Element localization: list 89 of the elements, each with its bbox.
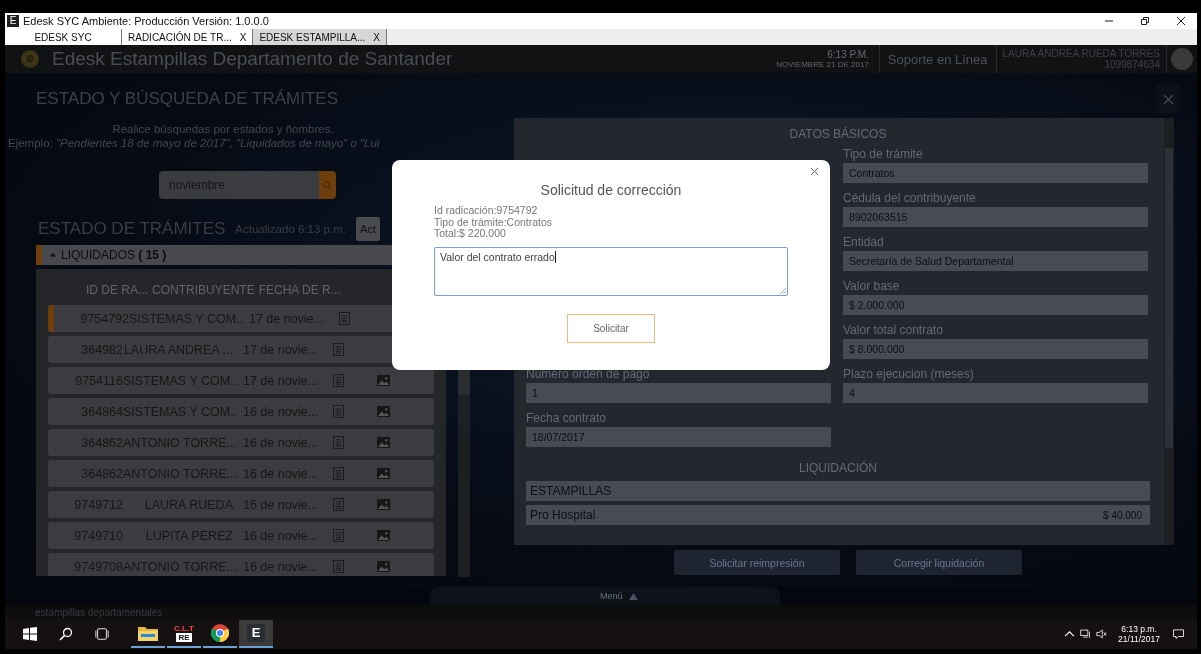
document-icon[interactable] [333,436,344,449]
image-icon[interactable] [377,499,390,510]
dialog-text: Id radicación:9754792 [434,205,539,217]
dialog-text: Total:$ 220.000 [434,228,507,240]
field-label: Plazo ejecucion (meses) [843,367,975,381]
close-button[interactable] [1156,85,1180,113]
app-title: Edesk Estampillas Departamento de Santander [52,48,453,70]
window-title: Edesk SYC Ambiente: Producción Versión: 1.0.0.0 [23,15,269,27]
document-icon[interactable] [333,374,344,387]
image-icon[interactable] [377,561,390,572]
field-label: Numero orden de pago [526,367,651,381]
field-value: 8902063515 [843,207,1148,227]
field-label: Valor total contrato [843,323,944,337]
table-cell: Pro Hospital [530,508,596,522]
avatar[interactable] [1171,48,1193,70]
header-time: 6:13 P.M. [827,49,869,60]
search-hint: Realice búsquedas por estados y ñombres. [111,123,335,135]
emblem-icon [20,49,40,69]
taskbar-app[interactable]: C.L.T RE [167,620,201,648]
browser-tab[interactable]: EDESK ESTAMPILLA... X [253,29,388,45]
dialog-text: Tipo de trámite:Contratos [434,216,554,228]
section-title: DATOS BÁSICOS [788,127,888,141]
resize-grip-icon[interactable] [780,287,786,294]
menu-tab[interactable]: Menú [430,587,780,605]
dialog-title: Solicitud de corrección [539,182,683,198]
task-view-icon[interactable] [95,627,109,641]
folder-icon [138,625,158,641]
submit-button[interactable]: Solicitar [567,313,655,343]
image-icon[interactable] [377,406,390,417]
action-button[interactable]: Corregir liquidación [856,550,1022,575]
windows-start-icon[interactable] [23,627,37,641]
caret-icon[interactable] [1064,629,1076,639]
field-label: Cédula del contribuyente [843,191,977,205]
image-icon[interactable] [377,437,390,448]
header-date: NOVIEMBRE 21 DE 2017 [776,60,869,69]
taskbar-app[interactable]: E [239,620,273,648]
column-header: CONTRIBUYENTE [152,283,255,297]
field-value: 18/07/2017 [526,427,831,447]
field-label: Entidad [843,235,885,249]
clock-date: 21/11/2017 [1118,634,1160,644]
browser-icon [211,624,229,642]
document-icon[interactable] [333,343,344,356]
field-value: Secretaría de Salud Departamental [843,251,1148,271]
column-header: FECHA DE R... [258,283,341,297]
field-value: $ 2.000.000 [843,295,1148,315]
action-button[interactable]: Solicitar reimpresión [674,550,840,575]
search-icon [323,180,332,190]
app-logo: C.L.T RE [174,624,194,642]
document-icon[interactable] [333,467,344,480]
field-value: 4 [843,383,1148,403]
table-header: ESTAMPILLAS [526,481,1150,501]
search-example: Ejemplo: "Pendientes 18 de mayo de 2017", "Liquidados de mayo" o "Lui [8,137,381,149]
restore-icon[interactable] [1140,16,1150,26]
field-value: 1 [526,383,831,403]
search-button[interactable] [319,171,336,199]
document-icon[interactable] [333,405,344,418]
message-field[interactable]: Valor del contrato errado [434,246,788,296]
section-title: LIQUIDACIÓN [798,461,878,475]
field-label: Fecha contrato [526,411,608,425]
browser-tab[interactable]: EDESK SYC [5,29,122,45]
caret-icon [628,592,638,600]
image-icon[interactable] [377,375,390,386]
network-icon[interactable] [1080,629,1092,639]
field-value: Contratos [843,163,1148,183]
notifications-icon[interactable] [1172,629,1185,639]
column-header: ID DE RA... [86,283,148,297]
search-icon[interactable] [59,627,73,641]
close-icon [1162,93,1174,105]
browser-tab[interactable]: RADICACIÓN DE TR... X [122,29,254,45]
app-icon: E [7,15,19,27]
document-icon[interactable] [333,498,344,511]
group-label: LIQUIDADOS ( 15 ) [61,248,167,262]
image-icon[interactable] [377,468,390,479]
document-icon[interactable] [333,560,344,573]
field-label: Tipo de trámite [843,147,924,161]
field-value: $ 8.000.000 [843,339,1148,359]
section-title: ESTADO Y BÚSQUEDA DE TRÁMITES [36,89,339,109]
speaker-icon[interactable] [1096,629,1108,639]
clock-time: 6:13 p.m. [1121,624,1157,634]
image-icon[interactable] [377,530,390,541]
field-label: Valor base [843,279,901,293]
document-icon[interactable] [333,529,344,542]
close-icon[interactable] [1176,16,1186,26]
taskbar-clock[interactable]: 6:13 p.m. 21/11/2017 [1118,624,1160,644]
table-cell: $ 40.000 [1103,509,1142,521]
app-logo: E [247,624,265,642]
document-icon[interactable] [339,312,350,325]
scrollbar[interactable] [1164,118,1174,545]
refresh-button[interactable]: Act [355,217,380,241]
